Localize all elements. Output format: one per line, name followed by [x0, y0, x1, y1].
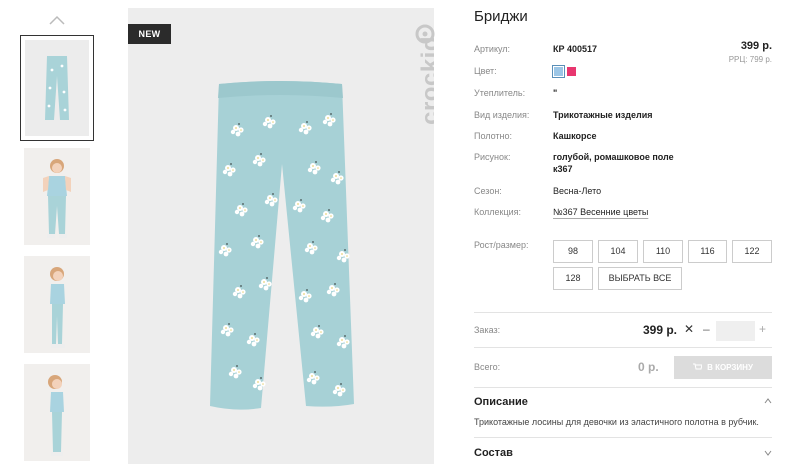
collection-label: Коллекция: [474, 207, 522, 217]
size-110-button[interactable]: 110 [643, 240, 683, 263]
color-swatch-blue[interactable] [552, 65, 565, 78]
order-label: Заказ: [474, 325, 501, 335]
color-label: Цвет: [474, 66, 497, 76]
divider [474, 437, 772, 438]
article-value: КР 400517 [553, 44, 598, 54]
order-price: 399 р. [643, 323, 678, 337]
add-to-cart-label: В КОРЗИНУ [707, 363, 753, 372]
collection-link[interactable]: №367 Весенние цветы [553, 207, 648, 217]
thumbnail-girl-front[interactable] [24, 148, 90, 245]
description-text: Трикотажные лосины для девочки из эласти… [474, 417, 759, 427]
season-value: Весна-Лето [553, 186, 602, 196]
multiply-icon: ✕ [684, 322, 695, 336]
size-116-button[interactable]: 116 [688, 240, 727, 263]
insulation-value: " [553, 88, 558, 98]
divider [474, 347, 772, 348]
chevron-down-icon[interactable] [764, 450, 772, 456]
article-label: Артикул: [474, 44, 511, 54]
crockid-logo-icon [415, 24, 435, 44]
composition-title[interactable]: Состав [474, 447, 513, 459]
quantity-input[interactable] [716, 321, 755, 341]
total-label: Всего: [474, 362, 501, 372]
product-title: Бриджи [474, 8, 528, 25]
total-value: 0 р. [638, 360, 659, 374]
qty-increase-button[interactable]: + [759, 322, 766, 336]
recommended-price: РРЦ: 799 р. [728, 55, 772, 64]
qty-decrease-button[interactable]: – [703, 322, 710, 336]
add-to-cart-button[interactable]: В КОРЗИНУ [674, 356, 772, 379]
type-label: Вид изделия: [474, 110, 530, 120]
season-label: Сезон: [474, 186, 502, 196]
leggings-illustration [210, 81, 354, 410]
thumbnail-girl-side[interactable] [24, 256, 90, 353]
brand-logo-text: crockid [417, 36, 434, 125]
product-main-image[interactable]: NEW crockid [128, 8, 434, 464]
size-128-button[interactable]: 128 [553, 267, 593, 290]
pattern-label: Рисунок: [474, 152, 511, 162]
cart-icon [693, 363, 703, 370]
size-label: Рост/размер: [474, 240, 529, 250]
color-swatch-pink[interactable] [567, 67, 576, 76]
chevron-up-icon[interactable] [764, 398, 772, 404]
divider [474, 387, 772, 388]
fabric-value: Кашкорсе [553, 131, 597, 141]
size-98-button[interactable]: 98 [553, 240, 593, 263]
chevron-up-icon[interactable] [48, 14, 66, 26]
divider [474, 312, 772, 313]
product-price: 399 р. [740, 40, 772, 52]
thumbnail-leggings[interactable] [20, 35, 94, 141]
pattern-value-line2: к367 [553, 164, 573, 174]
description-title[interactable]: Описание [474, 396, 528, 408]
select-all-sizes-button[interactable]: ВЫБРАТЬ ВСЕ [598, 267, 682, 290]
insulation-label: Утеплитель: [474, 88, 526, 98]
fabric-label: Полотно: [474, 131, 513, 141]
pattern-value-line1: голубой, ромашковое поле [553, 152, 674, 162]
type-value: Трикотажные изделия [553, 110, 653, 120]
thumbnail-girl-profile[interactable] [24, 364, 90, 461]
size-122-button[interactable]: 122 [732, 240, 772, 263]
size-104-button[interactable]: 104 [598, 240, 638, 263]
